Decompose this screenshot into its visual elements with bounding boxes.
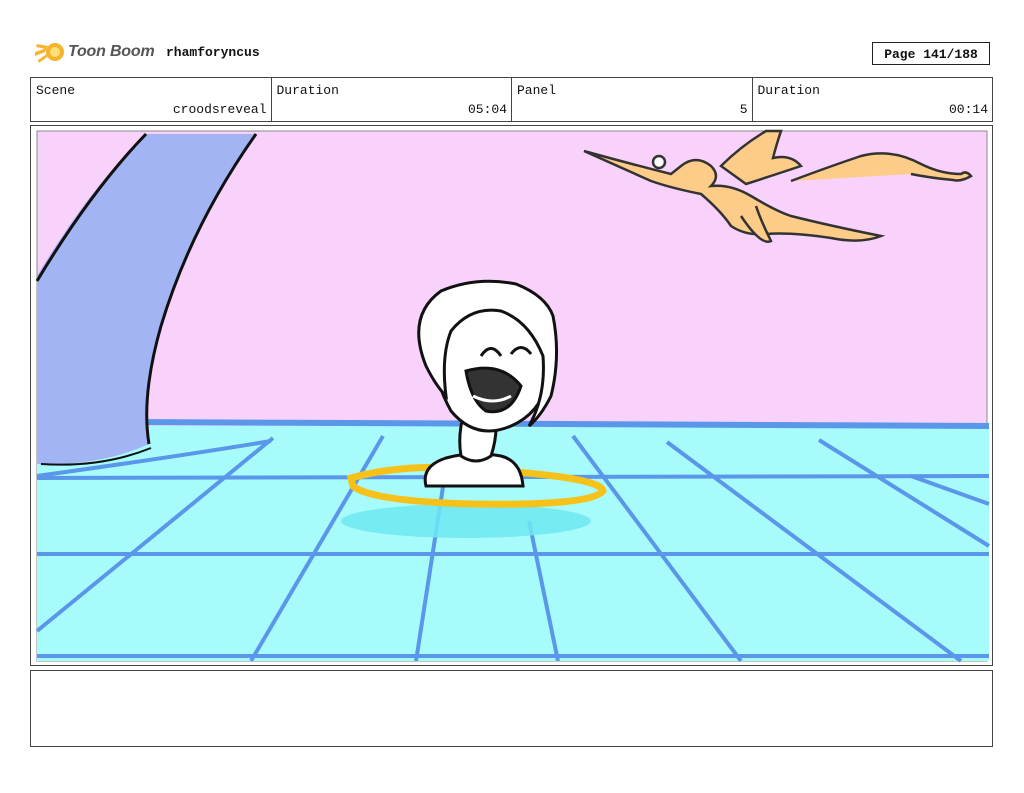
page-indicator: Page 141/188 <box>872 42 990 65</box>
pool-edge <box>130 419 990 429</box>
panel-cell: Panel 5 <box>512 78 753 121</box>
panel-notes-area[interactable] <box>30 670 993 747</box>
scene-cell: Scene croodsreveal <box>31 78 272 121</box>
panel-duration-value: 00:14 <box>948 102 988 117</box>
panel-label: Panel <box>517 83 557 98</box>
panel-value: 5 <box>739 102 748 117</box>
scene-duration-cell: Duration 05:04 <box>272 78 512 121</box>
ripple-shadow <box>341 504 591 538</box>
scene-info-bar: Scene croodsreveal Duration 05:04 Panel … <box>30 77 993 122</box>
project-title: rhamforyncus <box>166 45 260 60</box>
scene-duration-value: 05:04 <box>467 102 507 117</box>
scene-label: Scene <box>36 83 76 98</box>
scene-value: croodsreveal <box>172 102 267 117</box>
scene-duration-label: Duration <box>276 83 339 98</box>
panel-duration-label: Duration <box>757 83 820 98</box>
panel-duration-cell: Duration 00:14 <box>753 78 993 121</box>
storyboard-header: Toon Boom rhamforyncus Page 141/188 <box>30 36 993 70</box>
toon-boom-logo-icon <box>35 43 64 63</box>
storyboard-panel-image <box>30 125 993 666</box>
brand-name: Toon Boom <box>68 43 155 60</box>
panel-drawing <box>35 129 991 663</box>
